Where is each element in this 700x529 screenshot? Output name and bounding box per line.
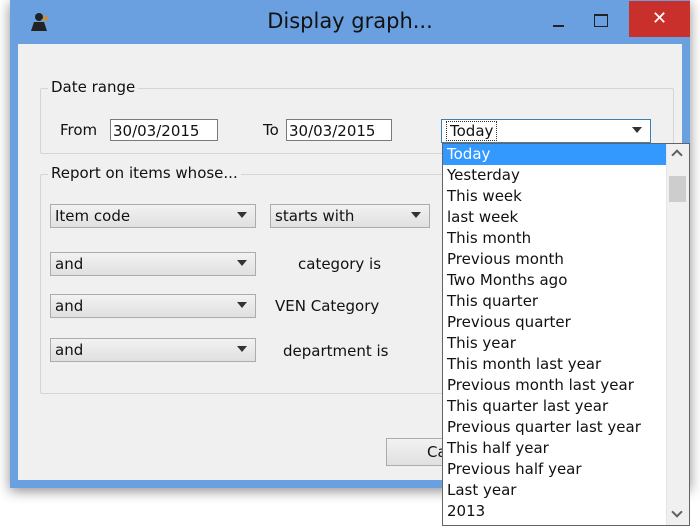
dropdown-option[interactable]: Previous month: [443, 249, 667, 270]
conjunction-select-department[interactable]: and: [50, 338, 256, 362]
chevron-down-icon: [411, 212, 421, 218]
chevron-down-icon: [237, 346, 247, 352]
dropdown-option[interactable]: This quarter: [443, 291, 667, 312]
title-bar[interactable]: Display graph... ✕: [10, 0, 690, 44]
date-preset-value: Today: [446, 121, 498, 141]
dropdown-option[interactable]: Two Months ago: [443, 270, 667, 291]
dropdown-scrollbar[interactable]: [666, 144, 689, 525]
from-date-field[interactable]: 30/03/2015: [110, 119, 218, 141]
dropdown-option[interactable]: Previous month last year: [443, 375, 667, 396]
scroll-up-icon[interactable]: [667, 144, 689, 164]
conjunction-select-ven[interactable]: and: [50, 294, 256, 318]
ven-category-label: VEN Category: [275, 297, 380, 315]
dropdown-option[interactable]: This week: [443, 186, 667, 207]
scrollbar-thumb[interactable]: [669, 176, 686, 202]
dropdown-option[interactable]: Previous quarter: [443, 312, 667, 333]
dropdown-option[interactable]: Previous half year: [443, 459, 667, 480]
dropdown-option[interactable]: This month: [443, 228, 667, 249]
dropdown-option[interactable]: Yesterday: [443, 165, 667, 186]
dropdown-option[interactable]: 2013: [443, 501, 667, 522]
dropdown-option[interactable]: This month last year: [443, 354, 667, 375]
to-label: To: [263, 121, 279, 139]
conjunction-value: and: [55, 341, 84, 359]
report-criteria-group-title: Report on items whose...: [48, 164, 241, 182]
field-select-value: Item code: [55, 207, 131, 225]
date-preset-dropdown-list[interactable]: Today Yesterday This week last week This mon…: [442, 143, 690, 526]
dropdown-option[interactable]: This half year: [443, 438, 667, 459]
date-preset-select[interactable]: Today: [441, 119, 651, 143]
close-button[interactable]: ✕: [629, 1, 690, 37]
dropdown-option[interactable]: Last year: [443, 480, 667, 501]
dropdown-option[interactable]: last week: [443, 207, 667, 228]
date-range-group-title: Date range: [48, 78, 139, 96]
conjunction-value: and: [55, 255, 84, 273]
dropdown-option[interactable]: This year: [443, 333, 667, 354]
dropdown-option[interactable]: Today: [443, 144, 667, 165]
dropdown-options: Today Yesterday This week last week This mon…: [443, 144, 667, 522]
from-label: From: [60, 121, 98, 139]
operator-select-value: starts with: [275, 207, 355, 225]
chevron-down-icon: [237, 260, 247, 266]
chevron-down-icon: [237, 212, 247, 218]
field-select[interactable]: Item code: [50, 204, 256, 228]
conjunction-select-category[interactable]: and: [50, 252, 256, 276]
dropdown-option[interactable]: Previous quarter last year: [443, 417, 667, 438]
department-label: department is: [283, 342, 389, 360]
category-label: category is: [298, 255, 382, 273]
to-date-field[interactable]: 30/03/2015: [286, 119, 392, 141]
chevron-down-icon: [237, 302, 247, 308]
scroll-down-icon[interactable]: [667, 505, 689, 525]
chevron-down-icon: [632, 127, 642, 133]
operator-select[interactable]: starts with: [270, 204, 430, 228]
minimize-icon[interactable]: [546, 9, 572, 33]
maximize-icon[interactable]: [588, 9, 614, 33]
conjunction-value: and: [55, 297, 84, 315]
dropdown-option[interactable]: This quarter last year: [443, 396, 667, 417]
